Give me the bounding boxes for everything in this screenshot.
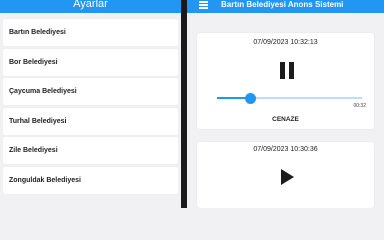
- settings-app-bar: Ayarlar: [0, 0, 181, 13]
- municipality-item-turhal[interactable]: Turhal Belediyesi: [3, 107, 178, 135]
- announcement-screen: Bartın Belediyesi Anons Sistemi 07/09/20…: [187, 0, 384, 208]
- audio-duration: 00:32: [353, 103, 366, 109]
- menu-icon[interactable]: [199, 1, 208, 9]
- pause-icon[interactable]: [280, 62, 294, 79]
- settings-screen: Ayarlar Bartın Belediyesi Bor Belediyesi…: [0, 0, 181, 208]
- announcement-card: 07/09/2023 10:30:36: [197, 142, 374, 208]
- announcement-timestamp: 07/09/2023 10:32:13: [253, 39, 318, 46]
- municipality-item-zile[interactable]: Zile Belediyesi: [3, 137, 178, 164]
- announcement-app-bar: Bartın Belediyesi Anons Sistemi: [187, 0, 384, 13]
- announcement-label: CENAZE: [272, 116, 299, 123]
- announcement-timestamp: 07/09/2023 10:30:36: [253, 146, 318, 153]
- settings-title: Ayarlar: [73, 0, 108, 10]
- slider-thumb[interactable]: [244, 92, 256, 104]
- municipality-item-bartin[interactable]: Bartın Belediyesi: [3, 19, 178, 46]
- announcement-title: Bartın Belediyesi Anons Sistemi: [221, 0, 344, 9]
- municipality-item-caycuma[interactable]: Çaycuma Belediyesi: [3, 78, 178, 105]
- play-icon[interactable]: [281, 169, 294, 185]
- municipality-list: Bartın Belediyesi Bor Belediyesi Çaycuma…: [3, 19, 178, 196]
- announcement-card: 07/09/2023 10:32:13 00:32 CENAZE: [197, 33, 374, 129]
- municipality-item-zonguldak[interactable]: Zonguldak Belediyesi: [3, 166, 178, 194]
- audio-progress-slider[interactable]: [217, 97, 362, 99]
- municipality-item-bor[interactable]: Bor Belediyesi: [3, 48, 178, 76]
